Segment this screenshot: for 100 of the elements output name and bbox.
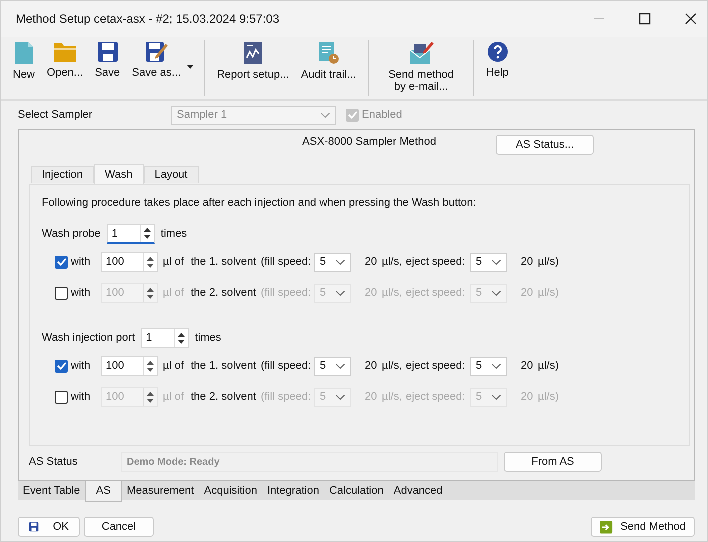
up-arrow-icon[interactable] <box>147 360 154 364</box>
eject-speed-label: eject speed: <box>406 287 466 299</box>
method-title: ASX-8000 Sampler Method <box>302 136 436 148</box>
toolbar-button[interactable]: New <box>7 37 42 81</box>
solvent-checkbox[interactable] <box>55 256 68 268</box>
down-arrow-icon[interactable] <box>147 398 154 402</box>
unit-label: µl of <box>163 287 186 299</box>
eject-speed-dropdown[interactable]: 5 <box>470 252 507 272</box>
unit-label: µl of <box>163 256 186 268</box>
tab[interactable]: Integration <box>262 481 324 500</box>
unit-label: µl of <box>163 391 186 403</box>
toolbar-button[interactable]: Save <box>89 37 126 79</box>
solvent-label: the 1. solvent <box>191 256 258 268</box>
up-arrow-icon[interactable] <box>147 288 154 292</box>
times-label: times <box>195 332 222 344</box>
rate-unit-label: µl/s, <box>382 256 404 268</box>
select-sampler-label: Select Sampler <box>18 109 94 121</box>
tab[interactable]: Advanced <box>388 481 448 500</box>
send-method-button[interactable]: Send Method <box>591 517 695 537</box>
envelope-pencil-icon <box>408 41 434 65</box>
count-spinbox[interactable]: 1 <box>141 328 190 348</box>
tab[interactable]: Calculation <box>324 481 389 500</box>
tab[interactable]: Acquisition <box>199 481 262 500</box>
description-text: Following procedure takes place after each injection and when pressing the Wash button: <box>42 197 478 209</box>
fill-speed-dropdown[interactable]: 5 <box>314 356 351 376</box>
solvent-checkbox[interactable] <box>55 390 68 404</box>
tab[interactable]: Measurement <box>122 481 200 500</box>
as-status-field: Demo Mode: Ready <box>121 452 498 472</box>
chevron-down-icon <box>336 260 345 264</box>
section-label: Wash probe <box>42 228 101 240</box>
arrow-into-box-icon <box>600 520 613 534</box>
times-label: times <box>160 228 188 240</box>
solvent-checkbox[interactable] <box>55 360 68 372</box>
solvent-label: the 2. solvent <box>191 391 258 403</box>
up-arrow-icon[interactable] <box>147 392 154 396</box>
maximize-icon[interactable] <box>639 13 651 25</box>
toolbar-button[interactable]: Save as... <box>126 37 188 79</box>
cancel-button[interactable]: Cancel <box>84 517 154 537</box>
tab[interactable]: Layout <box>144 166 199 183</box>
chevron-down-icon <box>336 394 345 400</box>
chevron-down-icon <box>492 394 501 400</box>
toolbar-button[interactable]: Report setup... <box>211 37 296 81</box>
toolbar-button[interactable]: Help <box>480 37 515 79</box>
enabled-label: Enabled <box>362 109 402 121</box>
tab[interactable]: AS <box>85 481 122 502</box>
fill-speed-dropdown[interactable]: 5 <box>314 252 351 272</box>
up-arrow-icon[interactable] <box>178 332 186 336</box>
solvent-label: the 1. solvent <box>191 360 258 372</box>
toolbar-button[interactable]: Audit trail... <box>295 37 362 81</box>
rate-unit-label: µl/s, <box>382 360 404 372</box>
toolbar-button[interactable]: Send method by e-mail... <box>375 37 468 93</box>
as-status-label: AS Status <box>29 456 79 468</box>
fill-rate-value: 20 <box>365 391 378 403</box>
dropdown-caret-icon[interactable] <box>187 65 194 69</box>
down-arrow-icon[interactable] <box>178 340 186 344</box>
as-status-button[interactable]: AS Status... <box>496 135 594 155</box>
help-icon <box>486 41 509 63</box>
fill-rate-value: 20 <box>365 360 378 372</box>
tab[interactable]: Injection <box>31 166 94 183</box>
chevron-down-icon <box>336 364 345 368</box>
solvent-checkbox[interactable] <box>55 286 68 300</box>
eject-rate-value: 20 <box>521 256 534 268</box>
down-arrow-icon[interactable] <box>144 235 151 239</box>
chevron-down-icon <box>321 112 330 118</box>
floppy-pencil-icon <box>144 41 169 63</box>
chevron-down-icon <box>492 364 501 368</box>
volume-spinbox[interactable]: 100 <box>101 356 158 376</box>
close-icon[interactable] <box>685 13 697 25</box>
rate-unit-label: µl/s) <box>538 391 560 403</box>
volume-spinbox[interactable]: 100 <box>101 252 158 272</box>
ok-button[interactable]: OK <box>18 517 80 537</box>
rate-unit-label: µl/s) <box>538 360 560 372</box>
toolbar-button[interactable]: Open... <box>41 37 90 79</box>
eject-speed-dropdown[interactable]: 5 <box>470 356 507 376</box>
eject-rate-value: 20 <box>521 287 534 299</box>
rate-unit-label: µl/s) <box>538 287 560 299</box>
chevron-down-icon <box>492 260 501 264</box>
report-chart-icon <box>243 41 264 65</box>
rate-unit-label: µl/s, <box>382 287 404 299</box>
with-label: with <box>71 391 92 403</box>
chevron-down-icon <box>336 290 345 296</box>
count-spinbox[interactable]: 1 <box>106 224 155 244</box>
from-as-button[interactable]: From AS <box>504 452 602 472</box>
fill-rate-value: 20 <box>365 256 378 268</box>
rate-unit-label: µl/s, <box>382 391 404 403</box>
down-arrow-icon[interactable] <box>147 294 154 298</box>
tab[interactable]: Wash <box>94 164 144 184</box>
window-title: Method Setup cetax-asx - #2; 15.03.2024 9:57:03 <box>16 12 281 26</box>
tab[interactable]: Event Table <box>18 481 86 500</box>
eject-speed-label: eject speed: <box>406 360 466 372</box>
folder-icon <box>53 41 78 63</box>
fill-speed-label: (fill speed: <box>261 287 312 299</box>
eject-speed-label: eject speed: <box>406 391 466 403</box>
up-arrow-icon[interactable] <box>144 228 151 232</box>
down-arrow-icon[interactable] <box>147 264 154 268</box>
up-arrow-icon[interactable] <box>147 256 154 260</box>
fill-speed-label: (fill speed: <box>261 360 312 372</box>
section-label: Wash injection port <box>42 332 136 344</box>
eject-rate-value: 20 <box>521 391 534 403</box>
down-arrow-icon[interactable] <box>147 368 154 372</box>
